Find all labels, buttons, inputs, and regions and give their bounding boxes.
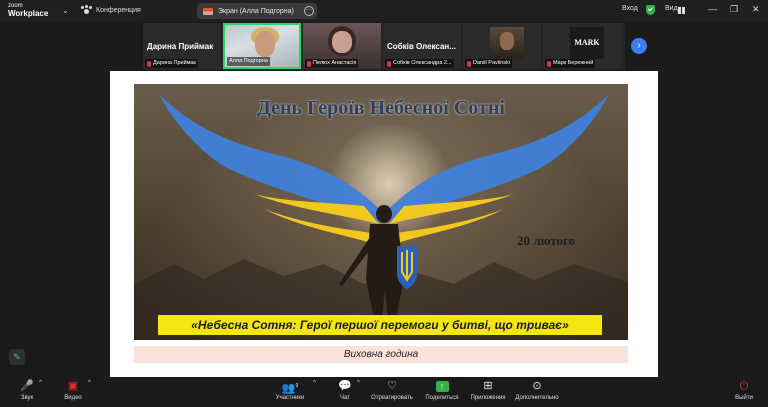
paw-icon bbox=[81, 5, 92, 15]
audio-button[interactable]: 🎤 Звук bbox=[16, 380, 38, 401]
leave-button[interactable]: ⏻ Выйти bbox=[732, 380, 756, 401]
participant-tile[interactable]: Daniil Pavlinski bbox=[463, 23, 541, 69]
conference-label: Конференция bbox=[96, 6, 141, 14]
share-pill-label: Экран (Алла Подгорна) bbox=[218, 7, 294, 15]
minimize-icon[interactable]: — bbox=[708, 4, 717, 14]
heart-icon: ♡ bbox=[387, 380, 397, 392]
pen-icon[interactable]: ✎ bbox=[9, 349, 25, 365]
enter-button[interactable]: Вход bbox=[622, 5, 638, 12]
chevron-down-icon[interactable]: ⌄ bbox=[62, 6, 69, 15]
participant-tile[interactable]: Собків Олексан... Собків Олександра 2... bbox=[383, 23, 461, 69]
angel-wings-illustration bbox=[134, 94, 628, 340]
people-icon: 👥9 bbox=[281, 382, 299, 395]
participants-count: 9 bbox=[295, 383, 299, 389]
shield-icon[interactable] bbox=[646, 5, 655, 15]
participant-display-name: Собків Олексан... bbox=[387, 42, 456, 51]
participant-tile[interactable]: Дарина Приймак Дарина Приймак bbox=[143, 23, 221, 69]
participant-display-name: Дарина Приймак bbox=[147, 42, 214, 51]
participant-label: Марк Бережний bbox=[545, 59, 596, 68]
audio-options-caret[interactable]: ^ bbox=[39, 380, 42, 386]
video-options-caret[interactable]: ^ bbox=[88, 380, 91, 386]
apps-icon: ⊞ bbox=[483, 380, 493, 392]
more-icon[interactable]: ··· bbox=[304, 6, 314, 16]
poster-title: День Героїв Небесної Сотні bbox=[257, 97, 505, 119]
participants-options-caret[interactable]: ^ bbox=[313, 380, 316, 386]
chat-button[interactable]: 💬 Чат bbox=[336, 380, 354, 401]
react-button[interactable]: ♡ Отреагировать bbox=[370, 380, 414, 401]
video-button[interactable]: ▣ Видео bbox=[61, 380, 85, 401]
mic-off-icon bbox=[307, 60, 311, 67]
participant-label: Дарина Приймак bbox=[145, 59, 198, 68]
participant-label: Пелюх Анастасія bbox=[305, 59, 359, 68]
meeting-toolbar: 🎤 Звук ^ ▣ Видео ^ 👥9 Участники ^ 💬 Чат … bbox=[0, 378, 768, 407]
title-bar: zoom Workplace ⌄ Конференция Экран (Алла… bbox=[0, 0, 768, 22]
grid-icon[interactable] bbox=[678, 7, 685, 14]
mic-off-icon bbox=[547, 60, 551, 67]
share-up-icon: ↑ bbox=[435, 381, 449, 392]
mic-icon: 🎤 bbox=[20, 380, 34, 392]
apps-button[interactable]: ⊞ Приложения bbox=[468, 380, 508, 401]
participant-label: Алла Подгорна bbox=[227, 57, 270, 66]
screen-share-indicator[interactable]: Экран (Алла Подгорна) ··· bbox=[197, 3, 317, 19]
mic-off-icon bbox=[467, 60, 471, 67]
close-icon[interactable]: ✕ bbox=[752, 4, 760, 15]
more-dots-icon: ⊙ bbox=[532, 380, 542, 392]
participant-tile-active-speaker[interactable]: Алла Подгорна bbox=[223, 23, 301, 69]
participant-label: Собків Олександра 2... bbox=[385, 59, 454, 68]
poster-image: День Героїв Небесної Сотні 20 лютого «Не… bbox=[134, 84, 628, 340]
chat-icon: 💬 bbox=[338, 380, 352, 392]
avatar: MARK bbox=[570, 27, 604, 59]
mic-off-icon bbox=[387, 60, 391, 67]
zoom-logo: zoom Workplace bbox=[8, 3, 48, 18]
view-button[interactable]: Вид bbox=[665, 5, 678, 12]
logo-line2: Workplace bbox=[8, 9, 49, 18]
participant-tile[interactable]: MARK Марк Бережний bbox=[543, 23, 621, 69]
participants-button[interactable]: 👥9 Участники bbox=[272, 380, 308, 401]
chevron-right-icon[interactable]: › bbox=[631, 38, 647, 54]
mic-off-icon bbox=[147, 60, 151, 67]
maximize-icon[interactable]: ❐ bbox=[730, 4, 738, 15]
conference-menu[interactable]: Конференция bbox=[81, 5, 141, 15]
poster-date: 20 лютого bbox=[517, 233, 576, 248]
participant-strip: Дарина Приймак Дарина Приймак Алла Подго… bbox=[143, 23, 625, 70]
slide-subtitle: Виховна година bbox=[134, 346, 628, 363]
shared-screen: День Героїв Небесної Сотні 20 лютого «Не… bbox=[110, 71, 658, 377]
leave-icon: ⏻ bbox=[739, 380, 749, 392]
avatar bbox=[490, 27, 524, 59]
flag-icon bbox=[203, 7, 213, 15]
chat-options-caret[interactable]: ^ bbox=[357, 380, 360, 386]
more-button[interactable]: ⊙ Дополнительно bbox=[514, 380, 560, 401]
participant-label: Daniil Pavlinski bbox=[465, 59, 512, 68]
participant-tile[interactable]: Пелюх Анастасія bbox=[303, 23, 381, 69]
share-button[interactable]: ↑ Поделиться bbox=[422, 380, 462, 401]
video-icon: ▣ bbox=[67, 380, 79, 392]
poster-banner: «Небесна Сотня: Герої першої перемоги у … bbox=[158, 315, 602, 335]
